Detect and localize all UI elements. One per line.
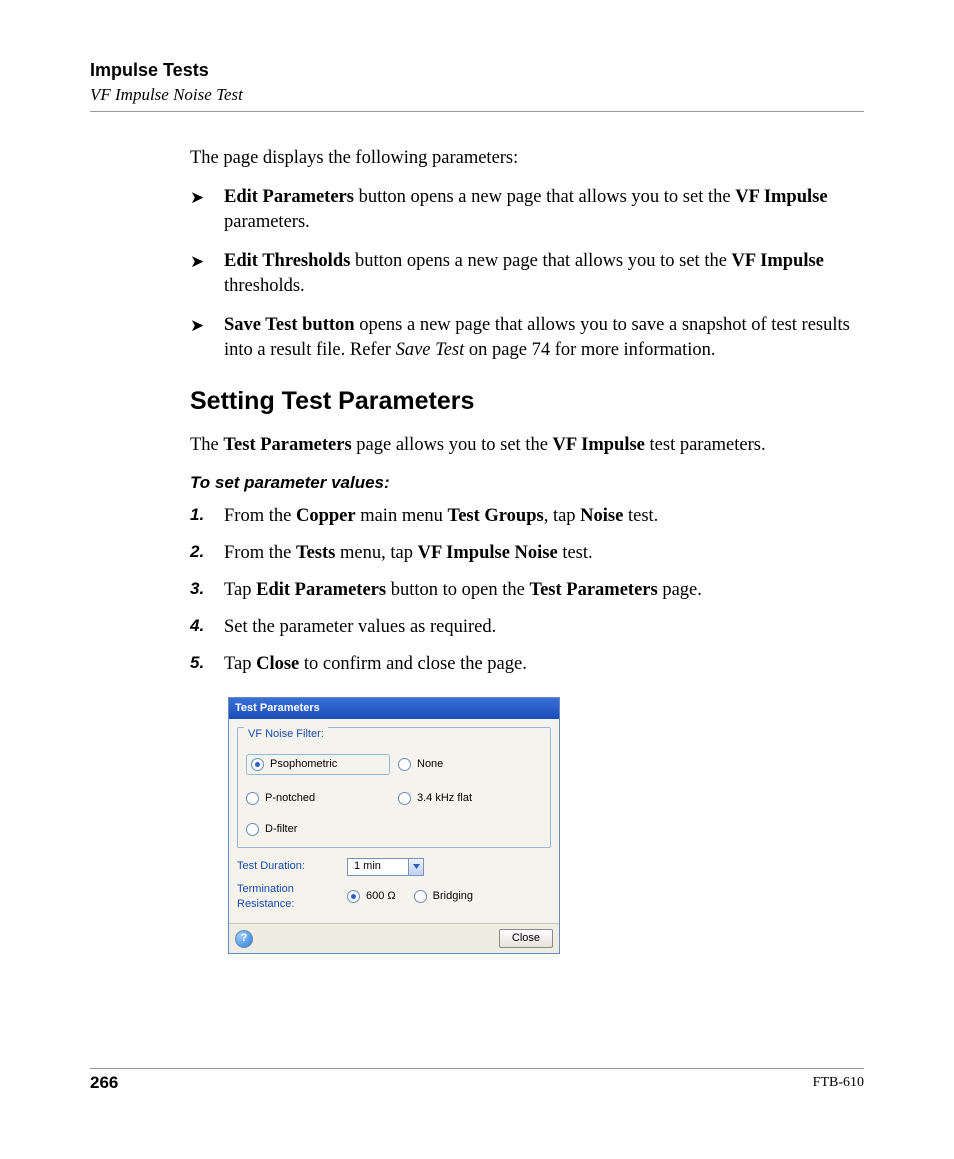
- task-lead: To set parameter values:: [190, 472, 864, 495]
- step-5: Tap Close to confirm and close the page.: [190, 652, 864, 677]
- termination-row: Termination Resistance: 600 Ω Bridging: [237, 882, 551, 912]
- header-rule: [90, 111, 864, 112]
- termination-600-ohm[interactable]: 600 Ω: [347, 889, 396, 904]
- dialog-title: Test Parameters: [229, 698, 559, 719]
- step-3: Tap Edit Parameters button to open the T…: [190, 578, 864, 603]
- filter-d-filter[interactable]: D-filter: [246, 822, 390, 837]
- filter-label: None: [417, 757, 443, 772]
- step-list: From the Copper main menu Test Groups, t…: [190, 504, 864, 677]
- page-number: 266: [90, 1073, 118, 1093]
- filter-label: P-notched: [265, 791, 315, 806]
- radio-icon: [246, 823, 259, 836]
- step-1: From the Copper main menu Test Groups, t…: [190, 504, 864, 529]
- chapter-title: Impulse Tests: [90, 60, 864, 81]
- radio-icon: [398, 792, 411, 805]
- filter-label: Psophometric: [270, 757, 337, 772]
- sub-intro: The Test Parameters page allows you to s…: [190, 433, 864, 458]
- chevron-down-icon[interactable]: [408, 859, 423, 875]
- radio-icon: [246, 792, 259, 805]
- subheading: Setting Test Parameters: [190, 385, 864, 419]
- bullet-save-test: Save Test button opens a new page that a…: [190, 313, 864, 363]
- termination-option-label: Bridging: [433, 889, 473, 904]
- duration-select[interactable]: 1 min: [347, 858, 424, 876]
- step-2: From the Tests menu, tap VF Impulse Nois…: [190, 541, 864, 566]
- radio-icon: [347, 890, 360, 903]
- radio-icon: [251, 758, 264, 771]
- section-title: VF Impulse Noise Test: [90, 85, 864, 105]
- termination-option-label: 600 Ω: [366, 889, 396, 904]
- document-id: FTB-610: [813, 1075, 864, 1091]
- bullet-edit-parameters: Edit Parameters button opens a new page …: [190, 185, 864, 235]
- termination-bridging[interactable]: Bridging: [414, 889, 473, 904]
- filter-34khz-flat[interactable]: 3.4 kHz flat: [398, 791, 542, 806]
- filter-label: 3.4 kHz flat: [417, 791, 472, 806]
- vf-noise-filter-group: VF Noise Filter: Psophometric None P-: [237, 727, 551, 848]
- page-footer: 266 FTB-610: [90, 1068, 864, 1093]
- filter-none[interactable]: None: [398, 754, 542, 775]
- test-duration-row: Test Duration: 1 min: [237, 858, 551, 876]
- filter-psophometric[interactable]: Psophometric: [246, 754, 390, 775]
- duration-label: Test Duration:: [237, 859, 347, 874]
- filter-legend: VF Noise Filter:: [244, 727, 328, 742]
- radio-icon: [398, 758, 411, 771]
- parameter-list: Edit Parameters button opens a new page …: [190, 185, 864, 363]
- duration-value: 1 min: [348, 859, 408, 875]
- test-parameters-dialog: Test Parameters VF Noise Filter: Psophom…: [228, 697, 560, 954]
- help-icon[interactable]: ?: [235, 930, 253, 948]
- intro-paragraph: The page displays the following paramete…: [190, 146, 864, 171]
- termination-label: Termination Resistance:: [237, 882, 347, 912]
- close-button[interactable]: Close: [499, 929, 553, 948]
- filter-p-notched[interactable]: P-notched: [246, 791, 390, 806]
- bullet-edit-thresholds: Edit Thresholds button opens a new page …: [190, 249, 864, 299]
- radio-icon: [414, 890, 427, 903]
- step-4: Set the parameter values as required.: [190, 615, 864, 640]
- filter-label: D-filter: [265, 822, 297, 837]
